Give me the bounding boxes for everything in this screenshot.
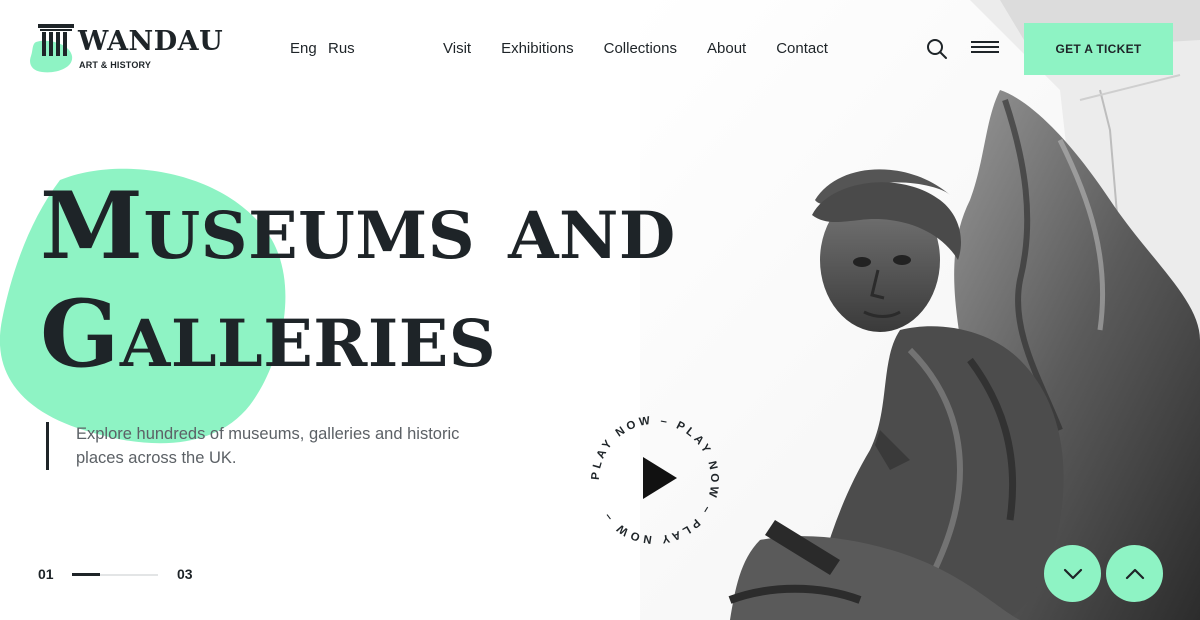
play-icon <box>643 457 677 499</box>
brand-tagline: ART & HISTORY <box>79 60 152 70</box>
slide-progress-track <box>72 573 158 576</box>
slide-progress-bar <box>72 573 101 576</box>
nav-item-collections[interactable]: Collections <box>604 40 677 57</box>
language-rus[interactable]: Rus <box>328 40 355 57</box>
nav-item-exhibitions[interactable]: Exhibitions <box>501 40 574 57</box>
main-nav: Visit Exhibitions Collections About Cont… <box>443 40 828 57</box>
get-ticket-button[interactable]: GET A TICKET <box>1024 23 1173 75</box>
chevron-down-icon <box>1063 568 1082 579</box>
greek-column-icon <box>38 24 74 56</box>
hero-intro: Explore hundreds of museums, galleries a… <box>46 422 496 470</box>
slide-current-number: 01 <box>38 566 54 582</box>
hero-title-line-2: Galleries <box>40 279 497 388</box>
hero-title-line-1: Museums and <box>40 171 676 280</box>
scroll-up-button[interactable] <box>1106 545 1163 602</box>
chevron-up-icon <box>1125 568 1144 579</box>
language-eng[interactable]: Eng <box>290 40 317 57</box>
play-now-button[interactable]: PLAY NOW – PLAY NOW – PLAY NOW – <box>580 405 730 555</box>
menu-line-icon <box>971 51 999 53</box>
scroll-down-button[interactable] <box>1044 545 1101 602</box>
brand-logo[interactable]: WANDAU ART & HISTORY <box>30 20 224 80</box>
nav-item-contact[interactable]: Contact <box>776 40 828 57</box>
search-icon <box>927 39 947 59</box>
slide-total-number: 03 <box>177 566 193 582</box>
nav-item-about[interactable]: About <box>707 40 746 57</box>
search-button[interactable] <box>926 38 948 60</box>
hamburger-menu-button[interactable] <box>971 41 999 57</box>
menu-line-icon <box>971 46 999 48</box>
brand-name: WANDAU <box>78 26 224 57</box>
hero-title: Museums and Galleries <box>40 172 676 388</box>
hero-intro-text: Explore hundreds of museums, galleries a… <box>76 425 460 467</box>
menu-line-icon <box>971 41 999 43</box>
nav-item-visit[interactable]: Visit <box>443 40 471 57</box>
